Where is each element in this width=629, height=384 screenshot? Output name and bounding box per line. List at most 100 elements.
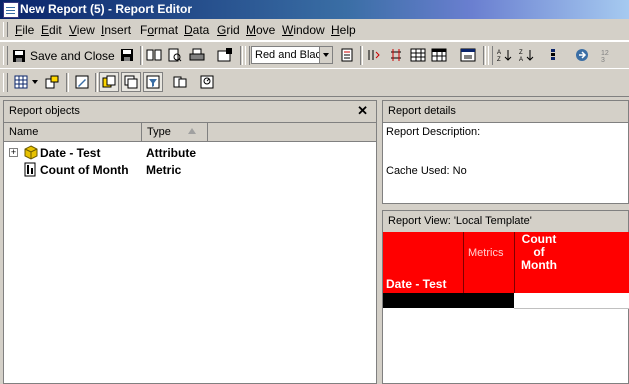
list-item[interactable]: + Date - Test Attribute bbox=[9, 145, 369, 161]
details-icon bbox=[200, 75, 214, 89]
format-button[interactable] bbox=[337, 45, 357, 65]
toolbar-grip[interactable] bbox=[3, 73, 8, 92]
toolbar-separator bbox=[66, 73, 69, 92]
menu-bar: File Edit View Insert Format Data Grid M… bbox=[0, 19, 629, 41]
metrics-header-label: Metrics bbox=[468, 247, 504, 259]
attribute-icon bbox=[24, 145, 38, 160]
pivot-icon bbox=[368, 50, 380, 60]
svg-text:12: 12 bbox=[601, 50, 609, 57]
book-icon bbox=[146, 49, 162, 61]
grid-icon bbox=[14, 75, 28, 89]
menu-format[interactable]: Format bbox=[140, 23, 178, 37]
properties-button[interactable] bbox=[215, 45, 235, 65]
number-format-button[interactable]: 12 3 bbox=[598, 45, 618, 65]
cache-used-label: Cache Used: No bbox=[386, 165, 467, 177]
run-report-button[interactable] bbox=[572, 45, 592, 65]
swap-icon bbox=[391, 49, 401, 61]
edit-button[interactable] bbox=[72, 72, 92, 92]
menu-insert[interactable]: Insert bbox=[101, 23, 131, 37]
report-details-panel: Report details Report Description: Cache… bbox=[382, 100, 629, 204]
arrow-circle-icon bbox=[576, 49, 588, 61]
report-details-header: Report details bbox=[383, 101, 628, 123]
standard-toolbar: Save and Close Red and Black AZ Z A 12 3 bbox=[0, 41, 629, 70]
report-objects-icon bbox=[124, 75, 138, 89]
report-details-title: Report details bbox=[388, 105, 456, 117]
chevron-down-icon[interactable] bbox=[319, 47, 332, 63]
svg-text:3: 3 bbox=[601, 57, 605, 62]
chevron-down-icon bbox=[32, 80, 38, 84]
secondary-toolbar bbox=[0, 68, 629, 97]
outline-icon bbox=[45, 75, 59, 89]
sql-view-button[interactable] bbox=[458, 45, 478, 65]
graph-view-button[interactable] bbox=[429, 45, 449, 65]
printer-icon bbox=[189, 48, 205, 61]
pivot-button[interactable] bbox=[364, 45, 384, 65]
toolbar-grip[interactable] bbox=[488, 46, 493, 65]
bars-icon bbox=[551, 49, 555, 60]
toolbar-separator bbox=[140, 46, 143, 65]
item-type: Metric bbox=[146, 163, 182, 177]
data-cell[interactable] bbox=[514, 293, 629, 309]
data-row-header[interactable] bbox=[383, 293, 514, 308]
style-combo-value: Red and Black bbox=[255, 49, 327, 61]
menu-file[interactable]: File bbox=[15, 23, 34, 37]
view-filter-button[interactable] bbox=[143, 72, 163, 92]
metrics-header-cell[interactable]: Metrics bbox=[464, 232, 515, 293]
menu-edit[interactable]: Edit bbox=[41, 23, 62, 37]
menu-window[interactable]: Window bbox=[282, 23, 325, 37]
menu-help[interactable]: Help bbox=[331, 23, 356, 37]
report-details-button[interactable] bbox=[197, 72, 217, 92]
menu-move[interactable]: Move bbox=[246, 23, 275, 37]
save-icon bbox=[13, 49, 25, 62]
menu-grid[interactable]: Grid bbox=[217, 23, 240, 37]
grid-view-button[interactable] bbox=[408, 45, 428, 65]
menubar-grip[interactable] bbox=[3, 22, 8, 37]
sort-ascending-icon bbox=[188, 128, 196, 134]
view-mode-button[interactable] bbox=[11, 72, 31, 92]
column-name-label: Name bbox=[9, 126, 39, 138]
table-icon bbox=[431, 48, 447, 62]
view-mode-dropdown[interactable] bbox=[30, 72, 40, 92]
close-icon[interactable]: ✕ bbox=[357, 103, 368, 119]
toolbar-grip[interactable] bbox=[3, 46, 8, 65]
report-view-panel: Report View: 'Local Template' Date - Tes… bbox=[382, 210, 629, 384]
number-format-icon: 123 bbox=[601, 50, 609, 62]
report-view-header: Report View: 'Local Template' bbox=[383, 211, 628, 233]
report-objects-button[interactable] bbox=[121, 72, 141, 92]
page-by-button[interactable] bbox=[170, 72, 190, 92]
expand-icon[interactable]: + bbox=[9, 148, 18, 157]
row-header-cell[interactable]: Date - Test bbox=[383, 232, 464, 293]
list-item[interactable]: Count of Month Metric bbox=[9, 162, 369, 178]
print-preview-button[interactable] bbox=[165, 45, 185, 65]
column-header-type[interactable]: Type bbox=[142, 123, 208, 142]
sort-ascending-button[interactable]: AZ bbox=[494, 45, 514, 65]
svg-text:A: A bbox=[519, 57, 523, 62]
grid-icon bbox=[410, 48, 426, 62]
document-icon bbox=[341, 48, 353, 62]
save-button[interactable] bbox=[117, 45, 137, 65]
style-combo[interactable]: Red and Black bbox=[251, 46, 333, 64]
report-objects-header: Report objects ✕ bbox=[4, 101, 376, 123]
print-button[interactable] bbox=[187, 45, 207, 65]
floppy-icon bbox=[121, 49, 133, 61]
app-icon bbox=[3, 2, 19, 18]
sort-descending-button[interactable]: ZA bbox=[516, 45, 536, 65]
metric-column-header[interactable]: Count of Month bbox=[515, 232, 629, 293]
row-header-label: Date - Test bbox=[386, 277, 447, 291]
menu-view[interactable]: View bbox=[69, 23, 95, 37]
object-browser-icon bbox=[102, 75, 116, 88]
column-type-label: Type bbox=[147, 126, 171, 138]
svg-text:A: A bbox=[497, 50, 501, 56]
menu-data[interactable]: Data bbox=[184, 23, 209, 37]
save-and-close-button[interactable]: Save and Close bbox=[12, 46, 115, 65]
svg-text:Z: Z bbox=[497, 57, 501, 62]
toolbar-grip[interactable] bbox=[245, 46, 250, 65]
object-browser-button[interactable] bbox=[99, 72, 119, 92]
column-header-name[interactable]: Name bbox=[4, 123, 142, 142]
subtotals-button[interactable] bbox=[543, 45, 563, 65]
open-book-button[interactable] bbox=[144, 45, 164, 65]
swap-button[interactable] bbox=[386, 45, 406, 65]
outline-button[interactable] bbox=[42, 72, 62, 92]
item-name: Date - Test bbox=[40, 146, 101, 160]
report-objects-title: Report objects bbox=[9, 105, 80, 117]
